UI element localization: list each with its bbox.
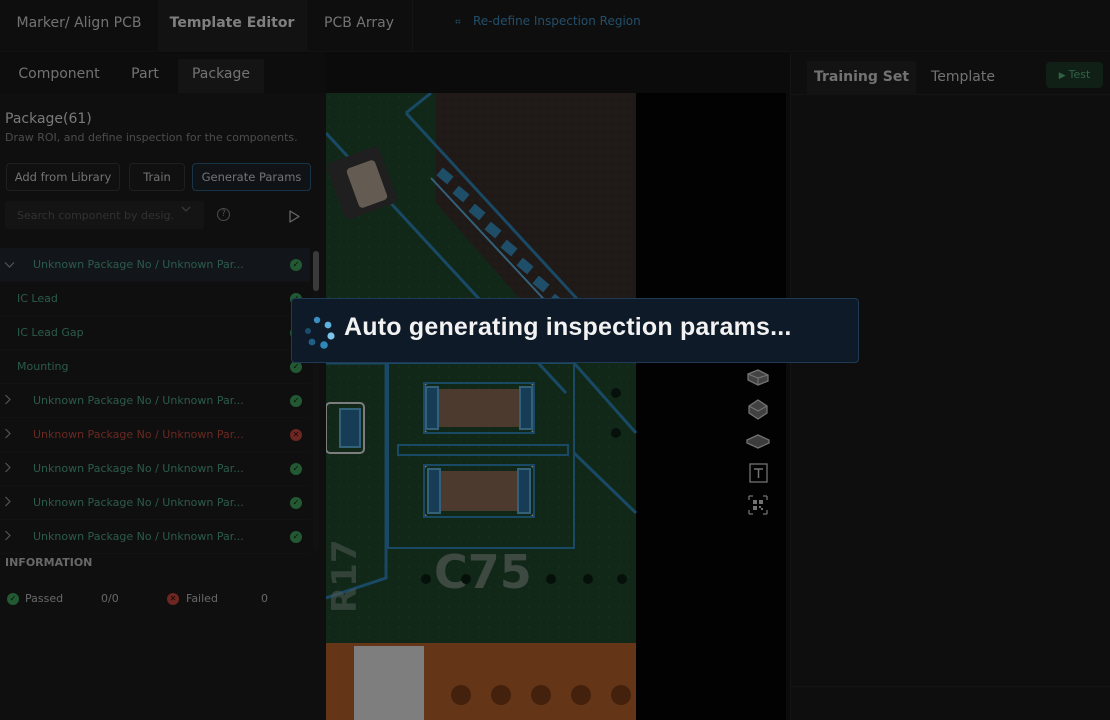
- loading-toast: Auto generating inspection params...: [291, 298, 859, 363]
- loading-spinner-icon: [302, 314, 338, 350]
- loading-message: Auto generating inspection params...: [344, 313, 792, 341]
